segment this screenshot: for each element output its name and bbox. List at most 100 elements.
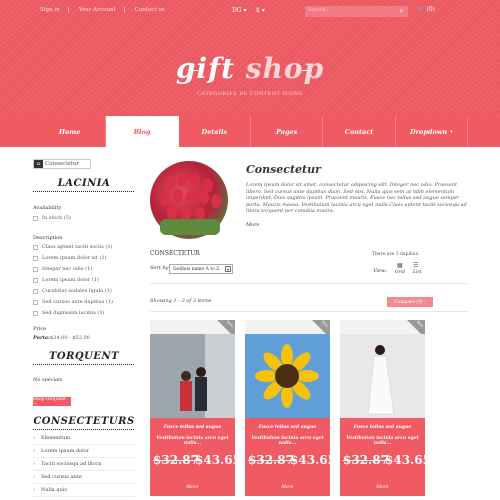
- all-specials-button[interactable]: Shop torquent →: [33, 397, 71, 407]
- nav-blog[interactable]: Blog: [106, 116, 179, 147]
- more-button[interactable]: More: [245, 480, 330, 496]
- category-item[interactable]: › Sed cursus ante: [33, 471, 135, 484]
- nav-dropdown-label: Dropdown: [409, 127, 448, 136]
- availability-label: Availability: [33, 205, 62, 211]
- language-select[interactable]: DG ▾: [232, 7, 247, 14]
- no-specials: No specials: [33, 377, 63, 383]
- nav-contact[interactable]: Contact: [323, 116, 396, 147]
- new-price: $43.65: [290, 453, 336, 467]
- woman-white-dress-photo: [340, 334, 425, 418]
- new-price: $43.65: [195, 453, 241, 467]
- tulips-illustration: [160, 172, 221, 235]
- logo[interactable]: gift shop: [0, 52, 500, 85]
- logo-gift: gift: [175, 52, 236, 85]
- grid-view-icon[interactable]: ▦: [397, 262, 403, 269]
- more-link[interactable]: More: [246, 222, 259, 228]
- product-desc: Vestibulum lacinia arcu eget nulla...: [346, 436, 419, 446]
- divider: [150, 283, 468, 284]
- compare-button[interactable]: Compare (0) ›: [387, 297, 433, 307]
- search-icon[interactable]: ⌕: [400, 6, 404, 16]
- product-desc: Vestibulum lacinia arcu eget nulla...: [156, 436, 229, 446]
- product-name[interactable]: Fusce tellus sed augue: [245, 425, 330, 430]
- price-range: $34.00 - $52.00: [50, 335, 90, 341]
- price-prefix: Porta:: [33, 335, 50, 341]
- category-item[interactable]: › Nulla quis: [33, 484, 135, 497]
- logo-shop: shop: [245, 52, 325, 85]
- nav-details[interactable]: Details: [179, 116, 251, 147]
- breadcrumb: ⌂ Consectetur: [33, 159, 91, 169]
- filter-desc[interactable]: Lorem ipsum dolor sit (1): [33, 255, 107, 261]
- sunflower-photo: [245, 334, 330, 418]
- category-image-tulips: [150, 161, 228, 239]
- logo-dash-right: [302, 70, 312, 71]
- filter-desc[interactable]: Curabitur sodales ligula (1): [33, 288, 112, 294]
- main-nav: Home Blog Details Pages Contact Dropdown…: [34, 116, 468, 147]
- category-item[interactable]: › Lorem ipsum dolor: [33, 445, 135, 458]
- checkbox[interactable]: [33, 215, 38, 221]
- contact-link[interactable]: Contact us: [135, 7, 173, 13]
- product-desc: Vestibulum lacinia arcu eget nulla...: [251, 436, 324, 446]
- category-description: Lorem ipsum dolor sit amet, consectetur …: [246, 182, 467, 215]
- category-item[interactable]: › Elementum: [33, 432, 135, 445]
- nav-home[interactable]: Home: [34, 116, 107, 147]
- sidebar-heading-torquent: TORQUENT: [33, 351, 135, 365]
- chevron-right-icon: ›: [33, 461, 35, 467]
- product-image[interactable]: [245, 334, 330, 418]
- description-label: Description: [33, 235, 63, 241]
- category-item[interactable]: › Taciti sociosqu ad litora: [33, 458, 135, 471]
- currency-select[interactable]: $ ▾: [256, 7, 265, 14]
- old-price: $32.87: [248, 453, 294, 467]
- old-price: $32.87: [343, 453, 389, 467]
- account-link[interactable]: Your Account: [79, 7, 125, 13]
- list-view-label[interactable]: List: [413, 270, 422, 275]
- header: Sign in Your Account Contact us DG ▾ $ ▾…: [0, 0, 500, 147]
- home-icon[interactable]: ⌂: [34, 160, 43, 168]
- filter-desc[interactable]: Class aptent taciti sociis (1): [33, 244, 113, 250]
- old-price: $32.87: [153, 453, 199, 467]
- product-image[interactable]: [150, 334, 235, 418]
- cart-count: (0): [426, 6, 435, 13]
- new-price: $43.65: [385, 453, 431, 467]
- chevron-right-icon: ›: [33, 474, 35, 480]
- chevron-down-icon: ▾: [225, 266, 231, 272]
- grid-view-label[interactable]: Grid: [395, 270, 405, 275]
- filter-desc[interactable]: Integer nec odio (1): [33, 266, 92, 272]
- breadcrumb-current: Consectetur: [45, 161, 80, 167]
- search-placeholder: Search...: [308, 7, 331, 13]
- more-button[interactable]: More: [340, 480, 425, 496]
- chevron-down-icon: ▾: [450, 128, 453, 135]
- product-image[interactable]: [340, 334, 425, 418]
- filter-desc[interactable]: Sed cursus ante dapibus (1): [33, 299, 113, 305]
- chevron-right-icon: ›: [33, 448, 35, 454]
- product-name[interactable]: Fusce tellus sed augue: [150, 425, 235, 430]
- search-input[interactable]: Search... ⌕: [305, 6, 408, 17]
- chevron-right-icon: ›: [33, 487, 35, 493]
- sidebar-heading-lacinia: LACINIA: [33, 178, 135, 192]
- women-photo: [150, 334, 235, 418]
- chevron-right-icon: ›: [33, 435, 35, 441]
- product-count-text: There are 3 dapibus.: [372, 252, 420, 257]
- section-title: CONSECTETUR: [150, 250, 200, 257]
- top-links: Sign in Your Account Contact us: [40, 7, 173, 13]
- filter-desc[interactable]: Sed dignissim lacinia (1): [33, 310, 105, 316]
- product-card[interactable]: New Fusce tellus sed augue Vestibulum la…: [150, 320, 241, 496]
- items-count: Showing 1 - 3 of 3 items: [150, 298, 212, 304]
- sort-label: Sort by: [150, 265, 169, 271]
- product-name[interactable]: Fusce tellus sed augue: [340, 425, 425, 430]
- more-button[interactable]: More: [150, 480, 235, 496]
- view-label: View:: [373, 268, 388, 274]
- sort-select[interactable]: Dolibus name A to Z ▾: [169, 264, 233, 274]
- category-title: Consectetur: [246, 163, 321, 176]
- filter-in-stock[interactable]: In stock (5): [33, 215, 71, 221]
- product-card[interactable]: New Fusce tellus sed augue Vestibulum la…: [245, 320, 336, 496]
- list-view-icon[interactable]: ☰: [413, 262, 418, 269]
- filter-desc[interactable]: Lorem ipsum dolor (1): [33, 277, 99, 283]
- price-label: Price: [33, 326, 47, 332]
- tagline: CATEGORIES DE CONTENT ICONS: [197, 91, 303, 97]
- cart-button[interactable]: 🛒 (0): [417, 6, 435, 13]
- nav-pages[interactable]: Pages: [251, 116, 324, 147]
- sign-in-link[interactable]: Sign in: [40, 7, 69, 13]
- nav-dropdown[interactable]: Dropdown ▾: [396, 116, 468, 147]
- product-card[interactable]: New Fusce tellus sed augue Vestibulum la…: [340, 320, 431, 496]
- sidebar-heading-consectetur: CONSECTETURS: [33, 416, 135, 430]
